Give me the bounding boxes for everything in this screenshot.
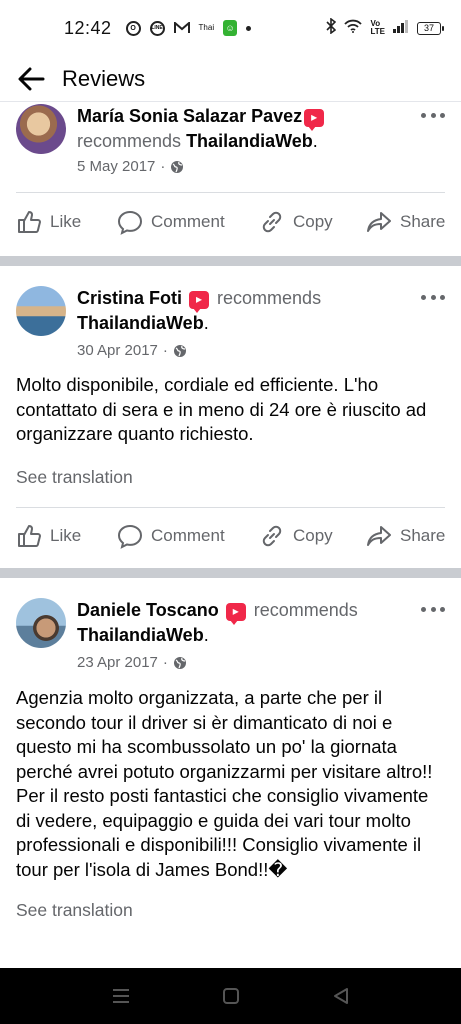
action-bar: Like Comment Copy Share bbox=[0, 202, 461, 242]
gmail-icon bbox=[173, 22, 190, 34]
author-name[interactable]: Daniele Toscano bbox=[77, 600, 219, 620]
post-meta: 23 Apr 2017 · bbox=[77, 654, 187, 671]
recommend-icon: ▸ bbox=[189, 290, 210, 313]
review-text: Molto disponibile, cordiale ed efficient… bbox=[16, 374, 427, 444]
comment-icon bbox=[117, 210, 143, 235]
thumbs-up-icon bbox=[18, 211, 41, 233]
review-header: María Sonia Salazar Pavez ▸ recommends Th… bbox=[77, 104, 411, 154]
see-translation-link[interactable]: See translation bbox=[16, 900, 133, 921]
arrow-left-icon bbox=[18, 67, 45, 90]
post-date[interactable]: 30 Apr 2017 bbox=[77, 342, 158, 359]
back-button[interactable] bbox=[0, 56, 62, 102]
recommends-text: recommends bbox=[77, 131, 182, 151]
like-button[interactable]: Like bbox=[16, 202, 81, 242]
system-icons: Vo LTE 37 bbox=[326, 16, 444, 39]
copy-button[interactable]: Copy bbox=[259, 516, 333, 556]
avatar[interactable] bbox=[16, 104, 66, 154]
thai-icon: Thai bbox=[198, 23, 215, 32]
link-icon bbox=[262, 211, 282, 233]
system-nav-bar bbox=[0, 968, 461, 1024]
thumbs-up-icon bbox=[18, 525, 41, 547]
line-icon: LINE bbox=[149, 20, 165, 36]
more-options-button[interactable] bbox=[421, 602, 445, 616]
post-separator bbox=[0, 256, 461, 266]
opera-icon: O bbox=[125, 20, 141, 36]
comment-button[interactable]: Comment bbox=[117, 516, 225, 556]
status-bar: 12:42 O LINE Thai ☺ Vo LTE 37 bbox=[0, 0, 461, 56]
home-button[interactable] bbox=[219, 984, 243, 1008]
review-header: Daniele Toscano ▸ recommends ThailandiaWe… bbox=[77, 600, 358, 645]
globe-icon bbox=[173, 344, 186, 357]
recommends-text: recommends bbox=[253, 600, 358, 620]
review-post: Cristina Foti ▸ recommends ThailandiaWeb.… bbox=[0, 266, 461, 568]
recommends-text: recommends bbox=[217, 288, 322, 308]
post-meta: 30 Apr 2017 · bbox=[77, 342, 187, 359]
page-name[interactable]: ThailandiaWeb bbox=[77, 313, 204, 333]
page-title: Reviews bbox=[62, 65, 146, 91]
comment-icon bbox=[117, 524, 143, 549]
review-text: Agenzia molto organizzata, a parte che p… bbox=[16, 687, 433, 880]
page-name[interactable]: ThailandiaWeb bbox=[77, 625, 204, 645]
bluetooth-icon bbox=[326, 16, 337, 39]
action-bar: Like Comment Copy Share bbox=[0, 516, 461, 556]
signal-icon bbox=[393, 18, 409, 38]
share-icon bbox=[367, 526, 391, 546]
battery-icon: 37 bbox=[417, 21, 444, 35]
post-meta: 5 May 2017 · bbox=[77, 158, 184, 175]
globe-icon bbox=[173, 656, 186, 669]
avatar[interactable] bbox=[16, 598, 66, 648]
recents-button[interactable] bbox=[109, 984, 133, 1008]
menu-icon bbox=[113, 989, 129, 1003]
globe-icon bbox=[171, 160, 184, 173]
android-icon: ☺ bbox=[223, 20, 238, 36]
dot-icon bbox=[246, 25, 252, 31]
like-button[interactable]: Like bbox=[16, 516, 81, 556]
triangle-back-icon bbox=[334, 988, 348, 1004]
status-time: 12:42 bbox=[64, 17, 112, 38]
post-date[interactable]: 5 May 2017 bbox=[77, 158, 155, 175]
volte-icon: Vo LTE bbox=[370, 19, 385, 36]
more-options-button[interactable] bbox=[421, 290, 445, 304]
share-button[interactable]: Share bbox=[366, 516, 445, 556]
share-button[interactable]: Share bbox=[366, 202, 445, 242]
more-options-button[interactable] bbox=[421, 108, 445, 122]
review-header: Cristina Foti ▸ recommends ThailandiaWeb. bbox=[77, 288, 322, 333]
review-post: María Sonia Salazar Pavez ▸ recommends Th… bbox=[0, 102, 461, 256]
author-name[interactable]: María Sonia Salazar Pavez bbox=[77, 106, 302, 126]
home-icon bbox=[223, 988, 239, 1004]
author-name[interactable]: Cristina Foti bbox=[77, 288, 182, 308]
divider bbox=[16, 507, 445, 508]
avatar[interactable] bbox=[16, 286, 66, 336]
see-translation-link[interactable]: See translation bbox=[16, 467, 133, 488]
review-post: Daniele Toscano ▸ recommends ThailandiaWe… bbox=[0, 578, 461, 968]
recommend-icon: ▸ bbox=[225, 602, 246, 625]
back-nav-button[interactable] bbox=[329, 984, 353, 1008]
app-header: Reviews bbox=[0, 56, 461, 102]
post-date[interactable]: 23 Apr 2017 bbox=[77, 654, 158, 671]
share-icon bbox=[367, 212, 391, 232]
link-icon bbox=[262, 525, 282, 547]
page-name[interactable]: ThailandiaWeb bbox=[186, 131, 313, 151]
divider bbox=[16, 192, 445, 193]
recommend-icon: ▸ bbox=[304, 108, 325, 131]
wifi-icon bbox=[344, 18, 363, 38]
copy-button[interactable]: Copy bbox=[259, 202, 333, 242]
post-separator bbox=[0, 568, 461, 578]
comment-button[interactable]: Comment bbox=[117, 202, 225, 242]
notification-icons: O LINE Thai ☺ bbox=[125, 20, 252, 36]
